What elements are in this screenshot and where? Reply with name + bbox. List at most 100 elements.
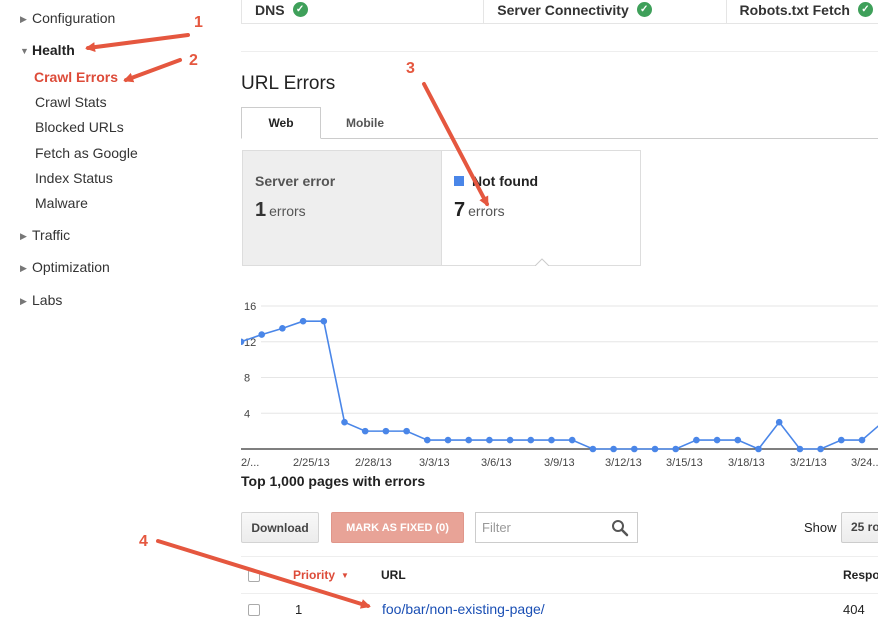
- x-tick-label: 3/18/13: [728, 457, 765, 469]
- error-type-not-found[interactable]: Not found 7 errors: [441, 150, 641, 266]
- data-point: [755, 445, 762, 453]
- data-point: [672, 445, 679, 453]
- row-url-link[interactable]: foo/bar/non-existing-page/: [382, 601, 545, 617]
- expand-triangle-icon: ▶: [20, 296, 27, 306]
- data-point: [631, 445, 638, 453]
- data-point: [527, 436, 535, 444]
- sidebar-item-blocked-urls[interactable]: Blocked URLs: [35, 119, 124, 135]
- data-point: [279, 325, 286, 332]
- sidebar-item-index-status[interactable]: Index Status: [35, 170, 113, 186]
- row-priority: 1: [295, 602, 303, 617]
- check-icon: ✓: [636, 2, 652, 17]
- annotation-label-2: 2: [189, 52, 198, 69]
- sidebar-item-fetch-as-google[interactable]: Fetch as Google: [35, 145, 138, 161]
- expand-triangle-icon: ▶: [20, 263, 27, 273]
- search-icon[interactable]: [611, 519, 629, 537]
- annotation-label-1: 1: [194, 14, 203, 31]
- x-tick-label: 3/24...: [851, 457, 878, 469]
- data-point: [838, 436, 845, 444]
- data-point: [506, 436, 514, 444]
- data-point: [610, 445, 617, 453]
- tab-web[interactable]: Web: [241, 107, 321, 139]
- x-tick-label: 3/9/13: [544, 457, 575, 469]
- data-point: [361, 427, 369, 435]
- row-response-code: 404: [843, 602, 865, 617]
- expand-triangle-icon: ▶: [20, 14, 27, 24]
- x-tick-label: 3/3/13: [419, 457, 450, 469]
- y-tick-label: 16: [244, 301, 256, 313]
- column-header-url[interactable]: URL: [381, 568, 406, 582]
- row-checkbox[interactable]: [248, 604, 260, 616]
- error-count-unit: errors: [269, 203, 306, 219]
- mark-as-fixed-button[interactable]: MARK AS FIXED (0): [331, 512, 464, 543]
- sidebar-item-configuration[interactable]: ▶ Configuration: [20, 10, 115, 26]
- sidebar-item-malware[interactable]: Malware: [35, 195, 88, 211]
- sidebar-item-label: Health: [32, 42, 75, 58]
- data-point: [465, 436, 472, 444]
- check-icon: ✓: [292, 2, 308, 17]
- error-count: 7 errors: [454, 199, 505, 222]
- selected-caret-icon: [535, 258, 549, 266]
- data-point: [693, 436, 700, 444]
- site-status-bar: DNS ✓ Server Connectivity ✓ Robots.txt F…: [241, 0, 878, 24]
- sidebar-item-labs[interactable]: ▶ Labs: [20, 292, 62, 308]
- column-header-label: Priority: [293, 568, 336, 582]
- x-tick-label: 3/21/13: [790, 457, 827, 469]
- status-server-connectivity[interactable]: Server Connectivity ✓: [484, 0, 727, 23]
- data-point: [817, 445, 824, 453]
- data-point: [258, 331, 265, 338]
- rows-per-page-select[interactable]: 25 rows: [841, 512, 878, 543]
- filter-input[interactable]: [476, 513, 596, 542]
- sidebar-item-traffic[interactable]: ▶ Traffic: [20, 227, 70, 243]
- y-tick-label: 4: [244, 408, 250, 420]
- data-point: [320, 317, 328, 325]
- tab-bar: Web Mobile: [241, 107, 878, 139]
- status-robots-fetch[interactable]: Robots.txt Fetch ✓: [727, 0, 878, 23]
- divider: [241, 593, 878, 594]
- data-point: [444, 436, 452, 444]
- section-title: URL Errors: [241, 73, 336, 94]
- check-icon: ✓: [857, 2, 873, 17]
- x-tick-label: 3/15/13: [666, 457, 703, 469]
- data-point: [424, 436, 431, 444]
- column-header-response[interactable]: Response: [843, 568, 878, 582]
- errors-line-chart: 1612842/... 2/25/13 2/28/13 3/3/13 3/6/13 3/9…: [241, 301, 878, 469]
- x-tick-label: 3/12/13: [605, 457, 642, 469]
- data-point: [651, 445, 659, 453]
- expand-triangle-icon: ▶: [20, 231, 27, 241]
- series-legend-swatch: [454, 176, 464, 186]
- collapse-triangle-icon: ▼: [20, 46, 29, 56]
- error-type-server-error[interactable]: Server error 1 errors: [242, 150, 442, 266]
- tab-mobile[interactable]: Mobile: [321, 107, 409, 139]
- sidebar-item-crawl-errors[interactable]: Crawl Errors: [34, 69, 118, 85]
- sidebar-item-optimization[interactable]: ▶ Optimization: [20, 259, 110, 275]
- data-point: [299, 317, 307, 325]
- error-count-number: 1: [255, 199, 267, 221]
- data-point: [734, 436, 742, 444]
- select-all-checkbox[interactable]: [248, 570, 260, 582]
- error-type-title: Not found: [472, 173, 539, 189]
- sidebar-item-health[interactable]: ▼ Health: [20, 42, 75, 58]
- data-point: [775, 418, 783, 426]
- annotation-label-4: 4: [139, 533, 148, 550]
- error-count-number: 7: [454, 199, 466, 221]
- status-dns[interactable]: DNS ✓: [242, 0, 485, 23]
- sort-desc-icon: ▼: [341, 571, 349, 580]
- data-point: [548, 436, 555, 444]
- show-label: Show: [804, 520, 837, 535]
- x-tick-label: 2/...: [241, 457, 259, 469]
- filter-field: [475, 512, 638, 543]
- download-button[interactable]: Download: [241, 512, 319, 543]
- sidebar-item-label: Optimization: [32, 259, 110, 275]
- chart-footer: Top 1,000 pages with errors: [241, 473, 426, 489]
- sidebar-item-label: Traffic: [32, 227, 71, 243]
- sidebar-item-label: Labs: [32, 292, 63, 308]
- status-label: Robots.txt Fetch: [739, 1, 850, 18]
- data-point: [403, 427, 410, 435]
- column-header-priority[interactable]: Priority ▼: [293, 568, 349, 582]
- error-count: 1 errors: [255, 199, 306, 222]
- data-point: [589, 445, 597, 453]
- annotation-label-3: 3: [406, 60, 415, 77]
- sidebar-item-crawl-stats[interactable]: Crawl Stats: [35, 94, 107, 110]
- status-label: Server Connectivity: [497, 1, 629, 18]
